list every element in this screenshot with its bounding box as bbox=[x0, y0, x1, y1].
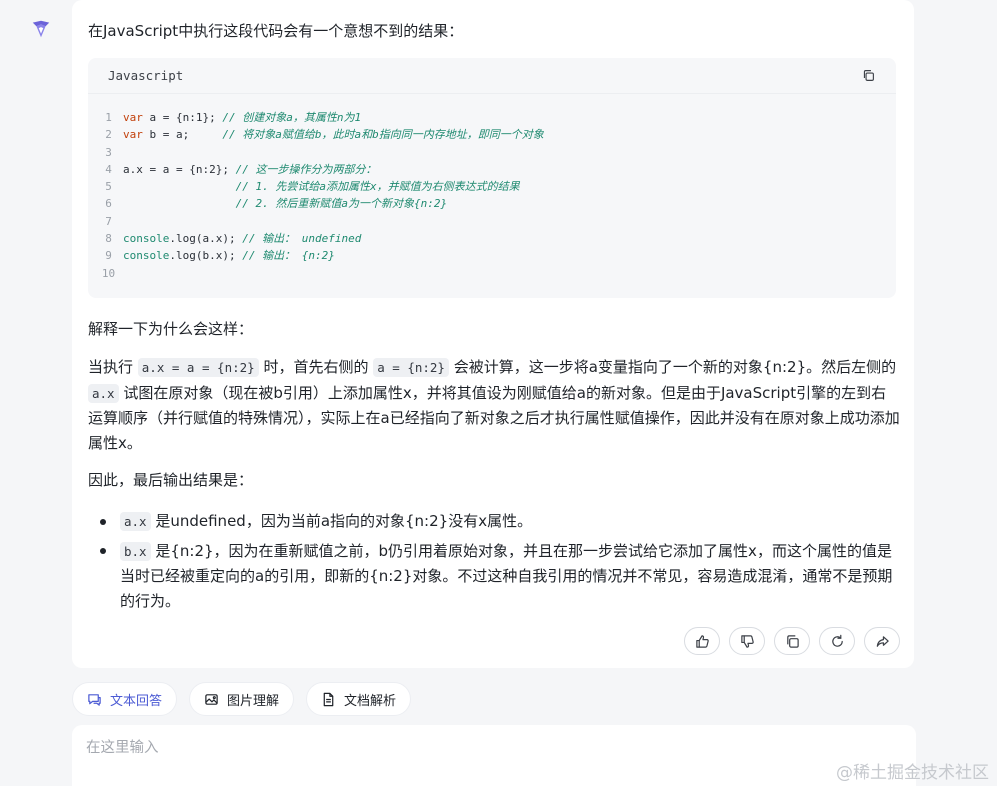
dislike-button[interactable] bbox=[729, 627, 765, 655]
tab-image-understanding[interactable]: 图片理解 bbox=[189, 682, 295, 716]
assistant-logo-icon bbox=[32, 20, 50, 38]
message-actions bbox=[684, 627, 900, 655]
tab-label: 文档解析 bbox=[344, 693, 397, 709]
code-source: console.log(b.x); // 输出： {n:2} bbox=[123, 247, 335, 264]
bullet-dot bbox=[100, 548, 106, 554]
watermark: @稀土掘金技术社区 bbox=[836, 763, 989, 783]
code-identifier: console bbox=[123, 232, 170, 246]
conclusion-text: 因此，最后输出结果是： bbox=[88, 471, 254, 489]
line-number: 9 bbox=[105, 249, 112, 263]
inline-code: a.x bbox=[88, 383, 119, 403]
image-icon bbox=[205, 693, 218, 705]
list-item-text: a.x 是undefined，因为当前a指向的对象{n:2}没有x属性。 bbox=[120, 509, 900, 535]
line-number: 5 bbox=[105, 180, 112, 194]
list-item: b.x 是{n:2}，因为在重新赋值之前，b仍引用着原始对象，并且在那一步尝试给… bbox=[100, 539, 900, 614]
code-language-label: Javascript bbox=[108, 68, 184, 83]
para-text: 当执行 bbox=[88, 358, 138, 376]
line-number: 4 bbox=[105, 162, 112, 176]
share-button[interactable] bbox=[864, 627, 900, 655]
line-number: 6 bbox=[105, 197, 112, 211]
code-source: // 2. 然后重新赋值a为一个新对象{n:2} bbox=[123, 195, 447, 212]
inline-code: a.x bbox=[120, 512, 151, 531]
code-comment: // 这一步操作分为两部分： bbox=[235, 162, 377, 176]
code-identifier: console bbox=[123, 249, 170, 263]
refresh-icon bbox=[831, 634, 843, 647]
line-number: 7 bbox=[105, 214, 112, 228]
list-item: a.x 是undefined，因为当前a指向的对象{n:2}没有x属性。 bbox=[100, 509, 900, 535]
para-text: 时，首先右侧的 bbox=[258, 358, 374, 376]
code-source: a.x = a = {n:2}; // 这一步操作分为两部分： bbox=[123, 161, 376, 178]
code-line: 4 a.x = a = {n:2}; // 这一步操作分为两部分： bbox=[88, 161, 896, 178]
like-button[interactable] bbox=[684, 627, 720, 655]
inline-code: a = {n:2} bbox=[373, 358, 449, 377]
code-line: 1 var a = {n:1}; // 创建对象a，其属性n为1 bbox=[88, 109, 896, 126]
copy-message-button[interactable] bbox=[774, 627, 810, 655]
line-number: 1 bbox=[105, 111, 112, 124]
copy-icon bbox=[786, 634, 799, 648]
code-line: 8 console.log(a.x); // 输出： undefined bbox=[88, 230, 896, 247]
tab-text-answer[interactable]: 文本回答 bbox=[72, 682, 178, 716]
explanation-paragraph: 当执行 a.x = a = {n:2} 时，首先右侧的 a = {n:2} 会被… bbox=[88, 355, 900, 455]
code-line: 9 console.log(b.x); // 输出： {n:2} bbox=[88, 247, 896, 264]
thumbs-up-icon bbox=[695, 634, 709, 648]
list-item-text: b.x 是{n:2}，因为在重新赋值之前，b仍引用着原始对象，并且在那一步尝试给… bbox=[120, 539, 900, 614]
code-keyword: var bbox=[123, 128, 143, 142]
bullet-dot bbox=[100, 518, 106, 525]
code-comment: // 2. 然后重新赋值a为一个新对象{n:2} bbox=[235, 197, 448, 211]
code-keyword: var bbox=[123, 111, 143, 124]
chat-icon bbox=[88, 693, 101, 706]
chat-input[interactable] bbox=[86, 737, 786, 759]
result-list: a.x 是undefined，因为当前a指向的对象{n:2}没有x属性。 b.x… bbox=[100, 509, 900, 617]
list-item-desc: 是{n:2}，因为在重新赋值之前，b仍引用着原始对象，并且在那一步尝试给它添加了… bbox=[120, 541, 893, 610]
regenerate-button[interactable] bbox=[819, 627, 855, 655]
share-icon bbox=[876, 635, 889, 647]
code-text: a = {n:1}; bbox=[142, 111, 223, 124]
code-source: // 1. 先尝试给a添加属性x，并赋值为右侧表达式的结果 bbox=[123, 178, 520, 195]
code-source: var b = a; // 将对象a赋值给b，此时a和b指向同一内存地址，即同一… bbox=[123, 126, 544, 143]
inline-code: b.x bbox=[120, 541, 151, 561]
code-line: 7 bbox=[88, 213, 896, 230]
tab-label: 图片理解 bbox=[227, 693, 280, 709]
line-number: 3 bbox=[105, 145, 112, 159]
chat-input-area bbox=[72, 725, 916, 786]
document-icon bbox=[323, 692, 334, 706]
para-text: 会被计算，这一步将a变量指向了一个新的对象{n:2}。然后左侧的 bbox=[448, 358, 897, 376]
thumbs-down-icon bbox=[740, 634, 754, 648]
code-line: 10 bbox=[88, 265, 896, 282]
intro-text: 在JavaScript中执行这段代码会有一个意想不到的结果： bbox=[88, 22, 464, 40]
mode-tabs: 文本回答 图片理解 文档解析 bbox=[72, 682, 412, 716]
code-source: var a = {n:1}; // 创建对象a，其属性n为1 bbox=[123, 109, 361, 126]
code-comment: // 输出： undefined bbox=[242, 232, 362, 246]
code-line: 5 // 1. 先尝试给a添加属性x，并赋值为右侧表达式的结果 bbox=[88, 178, 896, 195]
code-line: 6 // 2. 然后重新赋值a为一个新对象{n:2} bbox=[88, 195, 896, 212]
tab-label: 文本回答 bbox=[110, 693, 163, 709]
copy-icon bbox=[863, 70, 874, 81]
inline-code: a.x = a = {n:2} bbox=[137, 358, 259, 377]
code-comment: // 1. 先尝试给a添加属性x，并赋值为右侧表达式的结果 bbox=[235, 180, 520, 194]
line-number: 10 bbox=[101, 266, 116, 280]
code-block: Javascript 1 var a = {n:1}; // 创建对象a，其属性n… bbox=[88, 58, 896, 298]
assistant-avatar bbox=[28, 16, 54, 42]
list-item-desc: 是undefined，因为当前a指向的对象{n:2}没有x属性。 bbox=[150, 512, 533, 530]
tab-document-parsing[interactable]: 文档解析 bbox=[306, 682, 412, 716]
line-number: 2 bbox=[105, 128, 112, 142]
code-text: a.x = a = {n:2}; bbox=[123, 162, 236, 176]
code-text: b = a; bbox=[142, 128, 223, 142]
code-line: 2 var b = a; // 将对象a赋值给b，此时a和b指向同一内存地址，即同… bbox=[88, 126, 896, 143]
code-source: console.log(a.x); // 输出： undefined bbox=[123, 230, 361, 247]
code-body: 1 var a = {n:1}; // 创建对象a，其属性n为1 2 var b = … bbox=[88, 94, 896, 282]
code-header: Javascript bbox=[88, 58, 896, 94]
copy-code-button[interactable] bbox=[860, 68, 876, 84]
code-line: 3 bbox=[88, 144, 896, 161]
line-number: 8 bbox=[105, 232, 112, 246]
code-comment: // 创建对象a，其属性n为1 bbox=[222, 111, 362, 124]
code-comment: // 输出： {n:2} bbox=[242, 249, 335, 263]
code-comment: // 将对象a赋值给b，此时a和b指向同一内存地址，即同一个对象 bbox=[222, 128, 544, 142]
explain-heading: 解释一下为什么会这样： bbox=[88, 320, 254, 338]
code-text: .log(b.x); bbox=[169, 249, 243, 263]
para-text: 试图在原对象（现在被b引用）上添加属性x，并将其值设为刚赋值给a的新对象。但是由… bbox=[88, 383, 900, 452]
code-text: .log(a.x); bbox=[169, 232, 243, 246]
